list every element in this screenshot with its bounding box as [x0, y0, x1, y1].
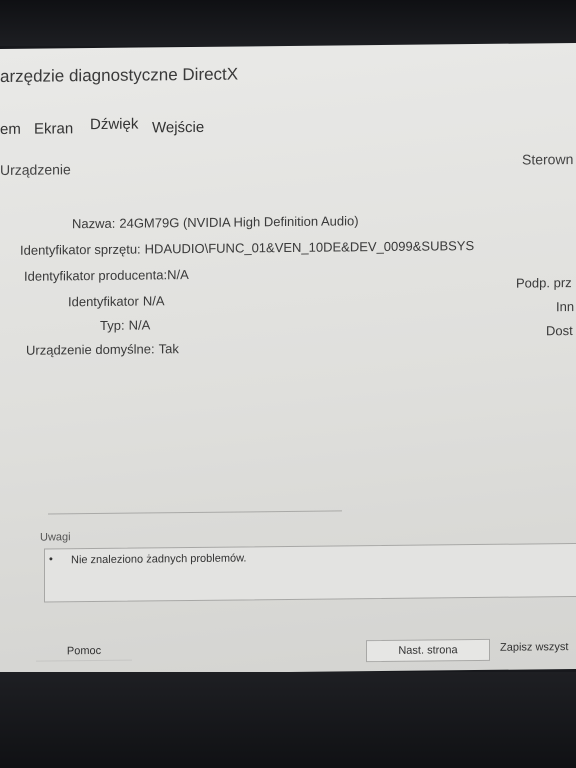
next-page-button[interactable]: Nast. strona [366, 638, 490, 663]
device-name-label: Nazwa: [72, 215, 116, 232]
notes-bullet: • [49, 553, 53, 566]
notes-label: Uwagi [40, 531, 71, 544]
tab-sound[interactable]: Dźwięk [90, 116, 138, 134]
default-device-row: Urządzenie domyślne: Tak [26, 341, 179, 358]
window-title: arzędzie diagnostyczne DirectX [0, 64, 239, 87]
device-name-row: Nazwa: 24GM79G (NVIDIA High Definition Au… [72, 213, 359, 231]
driver-provider-label: Dost [546, 323, 573, 339]
monitor-bezel-bottom [0, 672, 576, 768]
hardware-id-label: Identyfikator sprzętu: [20, 241, 141, 258]
default-device-value: Tak [158, 341, 179, 357]
product-id-value: N/A [142, 293, 165, 309]
notes-item: Nie znaleziono żadnych problemów. [71, 552, 247, 567]
tab-system[interactable]: em [0, 121, 21, 138]
product-id-label: Identyfikator [68, 293, 139, 310]
tab-input[interactable]: Wejście [152, 119, 204, 137]
notes-box[interactable]: • Nie znaleziono żadnych problemów. [44, 542, 576, 603]
hardware-id-row: Identyfikator sprzętu: HDAUDIO\FUNC_01&VE… [20, 238, 474, 258]
type-label: Typ: [100, 317, 125, 333]
monitor-bezel-top [0, 0, 576, 46]
help-button[interactable]: Pomoc [36, 641, 132, 662]
product-id-row: Identyfikator N/A [68, 293, 165, 309]
device-section-label: Urządzenie [0, 161, 71, 179]
driver-signed-label: Podp. prz [516, 275, 572, 291]
device-name-value: 24GM79G (NVIDIA High Definition Audio) [119, 213, 359, 231]
tab-display[interactable]: Ekran [34, 120, 73, 137]
manufacturer-id-row: Identyfikator producenta:N/A [24, 267, 189, 284]
dxdiag-window: arzędzie diagnostyczne DirectX em Ekran … [0, 42, 576, 676]
type-row: Typ: N/A [100, 317, 150, 333]
hardware-id-value: HDAUDIO\FUNC_01&VEN_10DE&DEV_0099&SUBSYS [144, 238, 475, 257]
manufacturer-id-label: Identyfikator producenta: [24, 267, 168, 284]
driver-other-label: Inn [556, 299, 575, 315]
drivers-section-label: Sterown [522, 151, 574, 168]
type-value: N/A [128, 317, 151, 333]
section-divider [48, 510, 342, 515]
manufacturer-id-value: N/A [167, 267, 189, 283]
save-all-button[interactable]: Zapisz wszyst [500, 641, 568, 654]
default-device-label: Urządzenie domyślne: [26, 341, 155, 358]
